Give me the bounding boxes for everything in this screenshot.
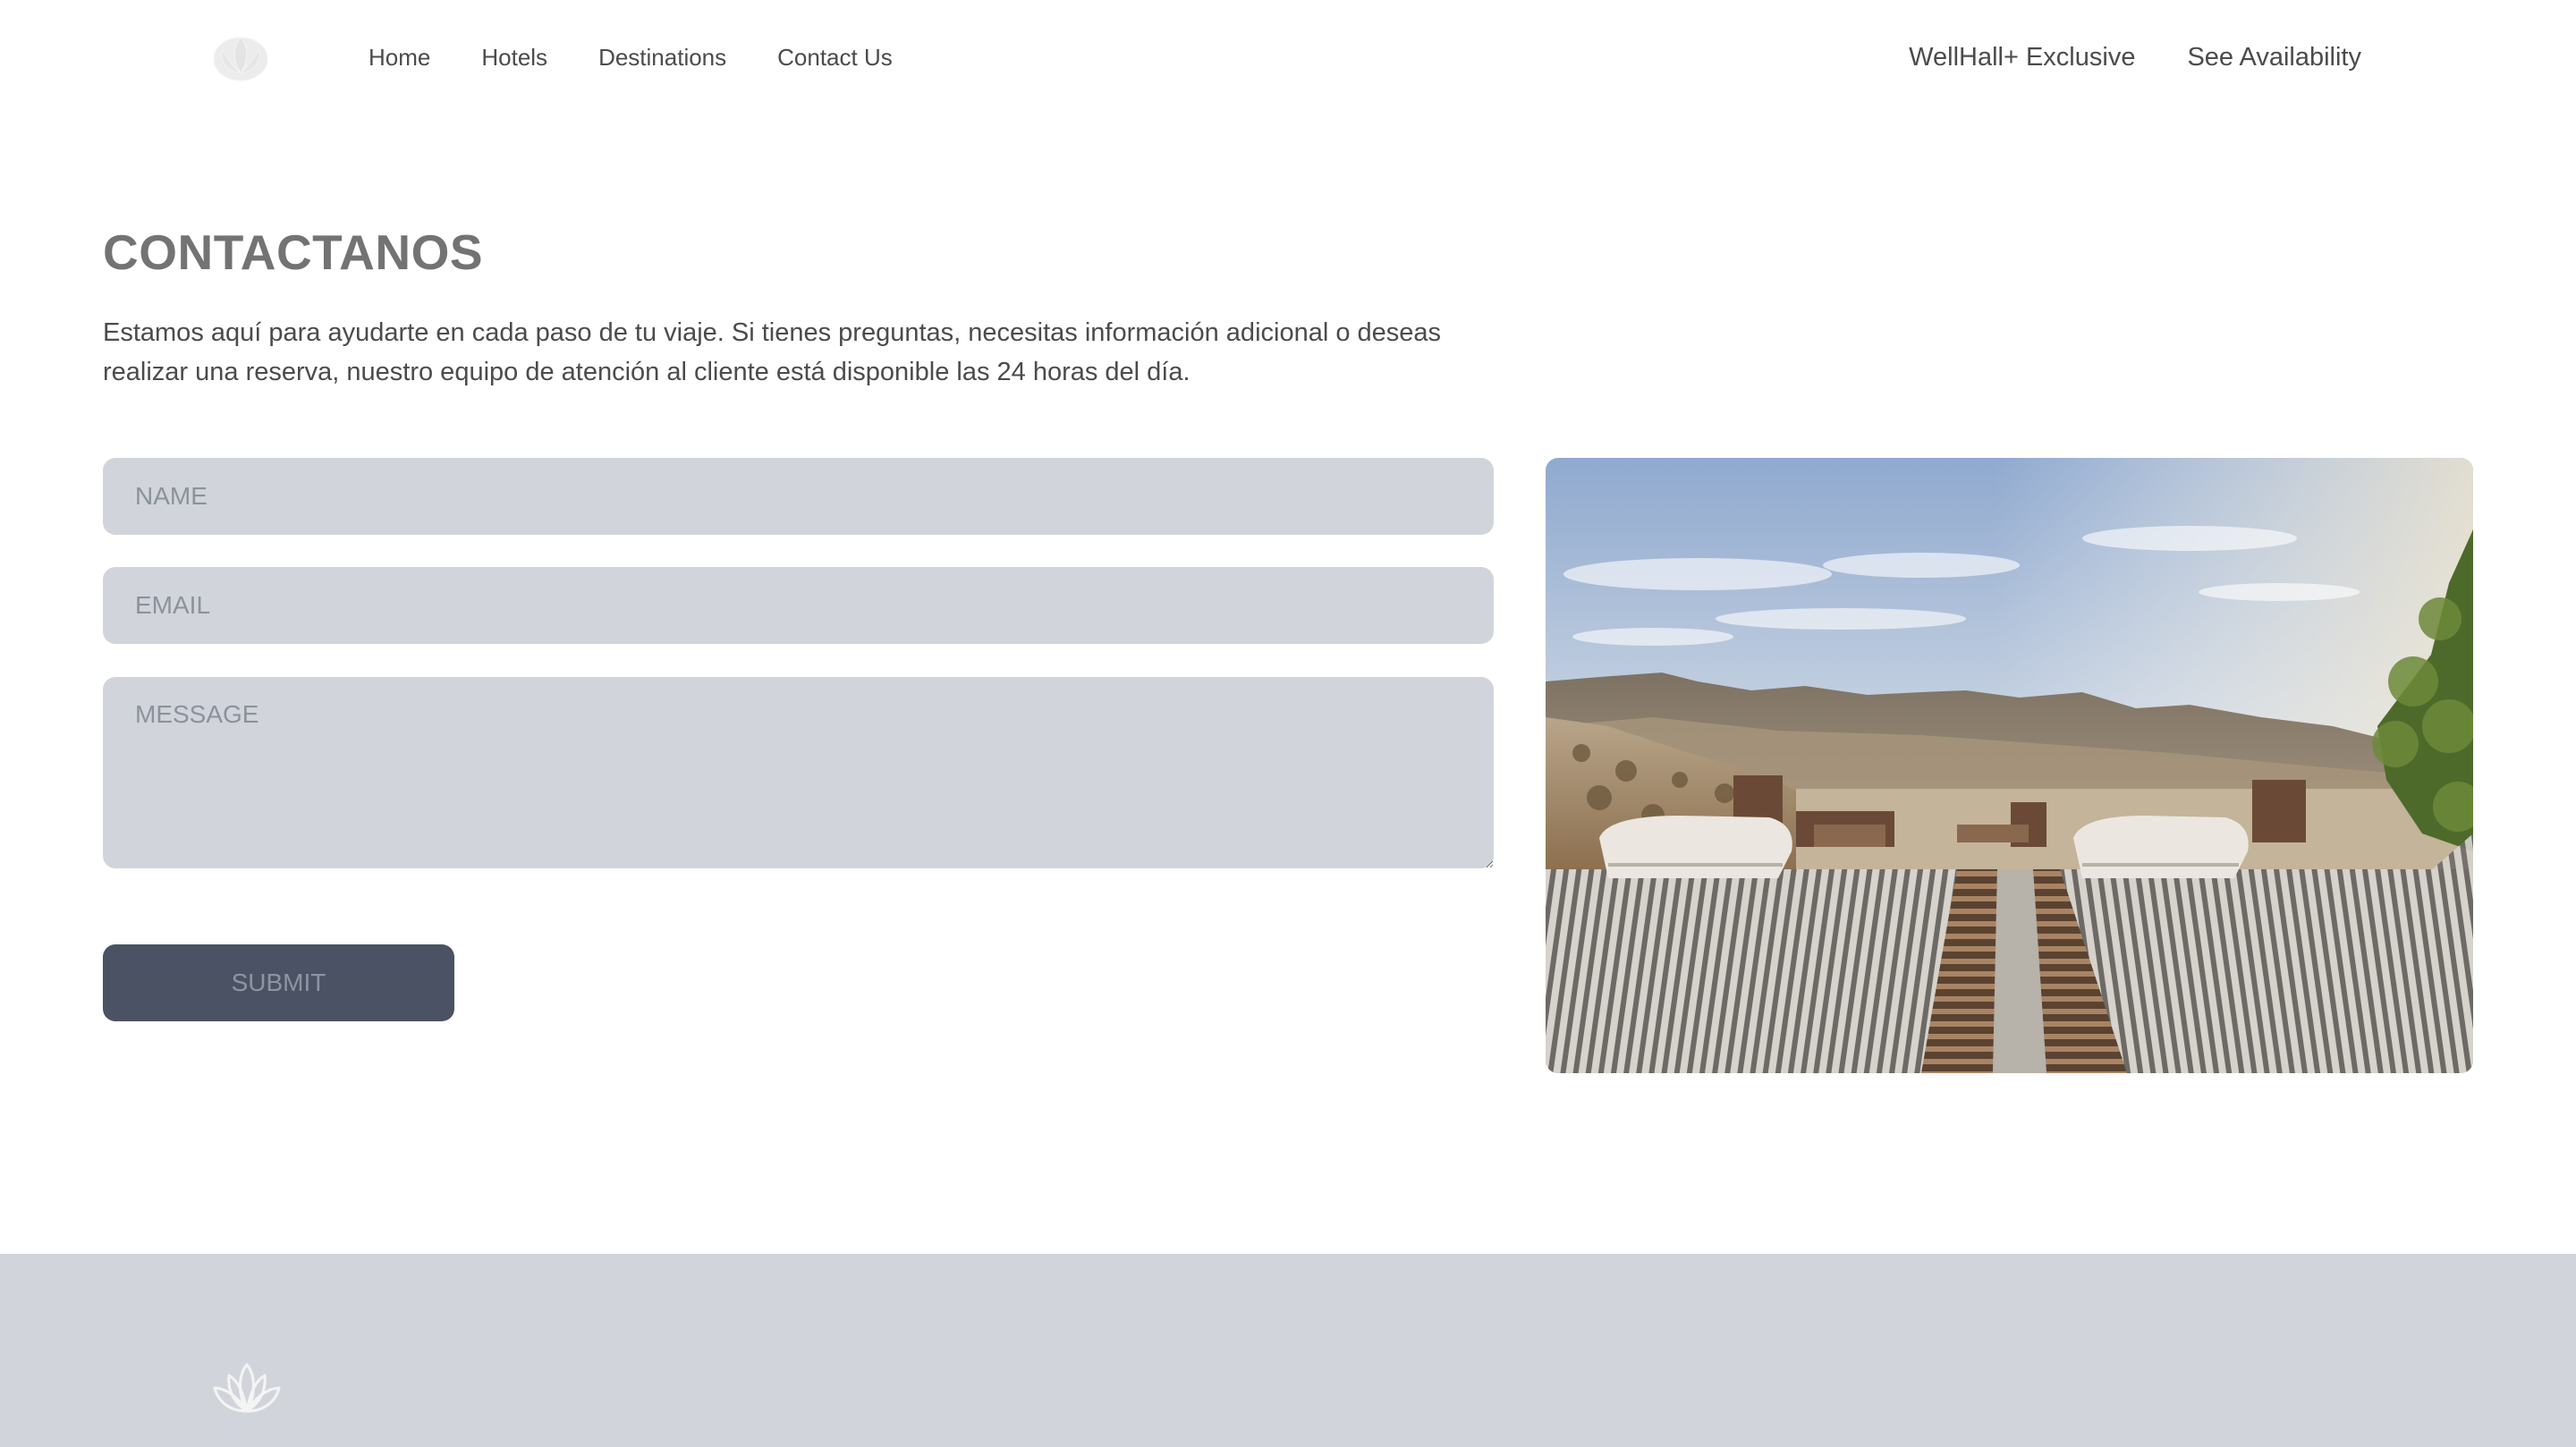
nav-link-destinations[interactable]: Destinations: [598, 42, 726, 72]
nav-actions: WellHall+ Exclusive See Availability: [1909, 40, 2361, 74]
see-availability-link[interactable]: See Availability: [2187, 40, 2361, 74]
nav-link-contact-us[interactable]: Contact Us: [777, 42, 893, 72]
intro-text: Estamos aquí para ayudarte en cada paso …: [103, 318, 1442, 386]
top-nav: Home Hotels Destinations Contact Us Well…: [0, 0, 2576, 114]
page-title: CONTACTANOS: [103, 224, 484, 280]
wellhall-exclusive-link[interactable]: WellHall+ Exclusive: [1909, 40, 2135, 74]
lotus-logo-icon[interactable]: [209, 30, 272, 84]
email-input[interactable]: [103, 567, 1494, 644]
lotus-logo-icon[interactable]: [211, 1359, 283, 1418]
page: Home Hotels Destinations Contact Us Well…: [0, 0, 2576, 1447]
footer: [0, 1254, 2576, 1447]
nav-link-home[interactable]: Home: [369, 42, 430, 72]
name-input[interactable]: [103, 458, 1494, 535]
nav-link-hotels[interactable]: Hotels: [481, 42, 547, 72]
message-textarea[interactable]: [103, 677, 1494, 868]
primary-nav: Home Hotels Destinations Contact Us: [369, 42, 893, 72]
resort-landscape-image: [1546, 458, 2473, 1073]
submit-button[interactable]: SUBMIT: [103, 944, 454, 1021]
